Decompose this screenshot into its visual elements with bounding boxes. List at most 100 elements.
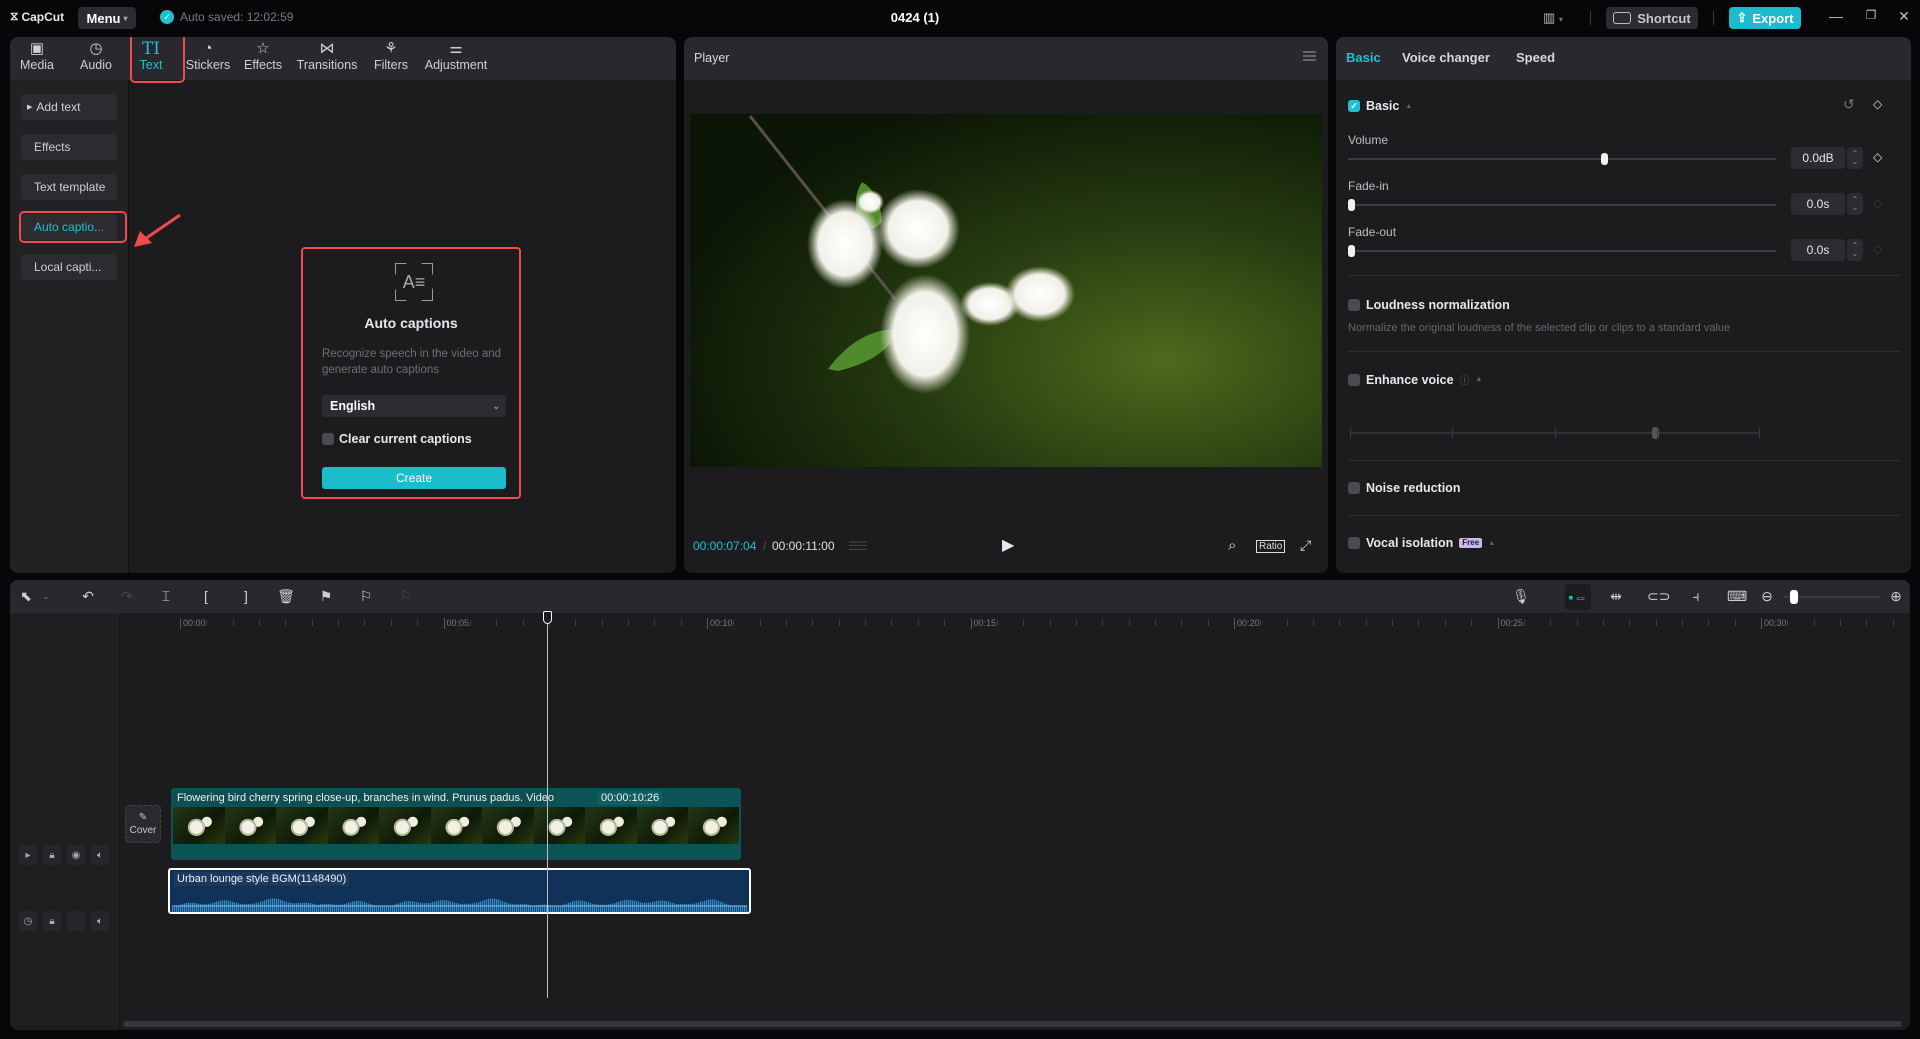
tab-stickers[interactable]: ◔ Stickers (185, 40, 231, 78)
noise-reduction-checkbox[interactable] (1348, 482, 1360, 494)
link-icon[interactable]: ⊂⊃ (1647, 588, 1670, 605)
sidebar-item-text-template[interactable]: Text template (21, 174, 117, 200)
tab-voice-changer[interactable]: Voice changer (1402, 50, 1490, 65)
filters-icon: ⚘ (384, 40, 398, 57)
audio-clip[interactable]: Urban lounge style BGM(1148490) (168, 868, 751, 914)
tab-filters[interactable]: ⚘ Filters (372, 40, 410, 78)
noise-reduction-toggle[interactable]: Noise reduction (1348, 481, 1460, 495)
basic-section-header[interactable]: ✓ Basic ▲ (1348, 99, 1412, 113)
timecode-list-icon[interactable]: ☰☰ (848, 539, 867, 553)
zoom-slider-thumb[interactable] (1790, 590, 1798, 604)
basic-checkbox[interactable]: ✓ (1348, 100, 1360, 112)
speaker-icon[interactable]: 🔈︎ (90, 845, 110, 865)
ratio-button[interactable]: Ratio (1256, 540, 1286, 553)
waveform-bar (524, 904, 526, 912)
fadeout-stepper[interactable]: ⌃ ⌄ (1847, 239, 1863, 261)
zoom-in-icon[interactable]: ⊕ (1887, 588, 1905, 605)
menu-icon[interactable] (1303, 51, 1316, 61)
waveform-bar (472, 903, 474, 912)
clear-captions-checkbox[interactable]: Clear current captions (322, 432, 472, 446)
tab-effects[interactable]: ☆ Effects (242, 40, 284, 78)
export-button[interactable]: ⇪ Export (1729, 7, 1801, 29)
volume-keyframe-icon[interactable]: ◇ (1873, 150, 1882, 164)
ai-marker-icon[interactable]: ⚑ (317, 588, 335, 605)
playhead[interactable] (543, 611, 552, 998)
zoom-fit-icon[interactable]: ⌕ (1228, 537, 1236, 554)
pencil-icon: ✎ (138, 812, 148, 823)
ruler-tick (338, 620, 340, 626)
enhance-voice-toggle[interactable]: Enhance voice ⓘ ▲ (1348, 372, 1482, 387)
close-icon[interactable]: ✕ (1894, 8, 1914, 25)
waveform-bar (564, 904, 566, 912)
volume-stepper[interactable]: ⌃ ⌄ (1847, 147, 1863, 169)
eye-icon[interactable]: ◉ (66, 845, 86, 865)
sidebar-item-add-text[interactable]: ▶ Add text (21, 94, 117, 120)
total-time: 00:00:11:00 (772, 539, 835, 553)
waveform-bar (346, 903, 348, 912)
zoom-out-icon[interactable]: ⊖ (1758, 588, 1776, 605)
delete-icon[interactable]: 🗑 (277, 588, 295, 605)
menu-button[interactable]: Menu ▾ (78, 7, 136, 29)
sidebar-item-local-captions[interactable]: Local capti... (21, 254, 117, 280)
fullscreen-icon[interactable]: ⤢ (1300, 537, 1311, 554)
volume-slider[interactable] (1348, 153, 1776, 165)
tab-basic[interactable]: Basic (1346, 50, 1381, 65)
lock-icon[interactable]: 🔒︎ (42, 845, 62, 865)
sidebar-item-effects[interactable]: Effects (21, 134, 117, 160)
speaker-icon[interactable]: 🔈︎ (90, 911, 110, 931)
shortcut-button[interactable]: Shortcut (1606, 7, 1698, 29)
split-icon[interactable]: ⌶ (157, 588, 175, 605)
waveform-bar (408, 901, 410, 912)
fadein-slider-thumb[interactable] (1348, 199, 1355, 211)
tab-audio[interactable]: ◷ Audio (76, 40, 116, 78)
vocal-isolation-toggle[interactable]: Vocal isolation Free ▲ (1348, 536, 1495, 550)
checkbox[interactable] (322, 433, 334, 445)
restore-icon[interactable]: ❐ (1861, 8, 1881, 22)
enhance-voice-checkbox[interactable] (1348, 373, 1360, 386)
fadeout-slider-thumb[interactable] (1348, 245, 1355, 257)
tab-speed[interactable]: Speed (1516, 50, 1555, 65)
zoom-slider[interactable] (1784, 590, 1880, 604)
tab-transitions[interactable]: ⋈ Transitions (296, 40, 358, 78)
reset-icon[interactable]: ↺ (1843, 96, 1855, 113)
main-track-magnet-icon[interactable]: ▪⇔ (1565, 584, 1591, 610)
keyframe-icon[interactable]: ◇ (1873, 97, 1882, 111)
auto-snap-icon[interactable]: ⇹ (1607, 588, 1625, 605)
select-tool-icon[interactable]: ⬉ (17, 588, 35, 605)
fadein-value[interactable]: 0.0s (1791, 193, 1845, 215)
play-icon[interactable]: ▶ (1002, 535, 1014, 555)
vocal-isolation-checkbox[interactable] (1348, 537, 1360, 549)
zoom-to-fit-icon[interactable]: ⌨ (1727, 588, 1747, 605)
volume-slider-thumb[interactable] (1600, 153, 1608, 165)
audio-icon: ◷ (89, 40, 103, 57)
fadeout-value[interactable]: 0.0s (1791, 239, 1845, 261)
trim-left-icon[interactable]: [ (197, 588, 215, 604)
create-button[interactable]: Create (322, 467, 506, 489)
tab-adjustment[interactable]: ⚌ Adjustment (423, 40, 489, 78)
marker-icon[interactable]: ⚐ (357, 588, 375, 605)
layout-icon[interactable]: ▥ ▾ (1543, 10, 1563, 26)
video-clip[interactable]: Flowering bird cherry spring close-up, b… (171, 788, 741, 860)
undo-icon[interactable]: ↶ (79, 588, 97, 605)
preview-axis-icon[interactable]: ⫞ (1687, 588, 1705, 605)
fadeout-slider[interactable] (1348, 245, 1776, 257)
help-icon[interactable]: ⓘ (1460, 372, 1470, 387)
chevron-down-icon[interactable]: ⌄ (37, 592, 55, 601)
ruler-tick (627, 620, 629, 626)
video-preview[interactable] (690, 114, 1322, 467)
fadein-slider[interactable] (1348, 199, 1776, 211)
cover-button[interactable]: ✎ Cover (125, 805, 161, 843)
playhead-handle[interactable] (543, 611, 552, 624)
fadein-stepper[interactable]: ⌃ ⌄ (1847, 193, 1863, 215)
minimize-icon[interactable]: — (1826, 8, 1846, 24)
language-select[interactable]: English ⌄ (322, 395, 506, 417)
lock-icon[interactable]: 🔒︎ (42, 911, 62, 931)
microphone-icon[interactable]: 🎙 (1512, 588, 1530, 605)
trim-right-icon[interactable]: ] (237, 588, 255, 604)
loudness-checkbox[interactable] (1348, 299, 1360, 311)
timeline-scrollbar[interactable] (123, 1021, 1902, 1027)
loudness-normalization-toggle[interactable]: Loudness normalization (1348, 298, 1510, 312)
volume-value[interactable]: 0.0dB (1791, 147, 1845, 169)
time-ruler[interactable]: 00:00 00:05 00:10 00:15 00:20 00:25 00:30 (120, 613, 1910, 633)
tab-media[interactable]: ▣ Media (17, 40, 57, 78)
